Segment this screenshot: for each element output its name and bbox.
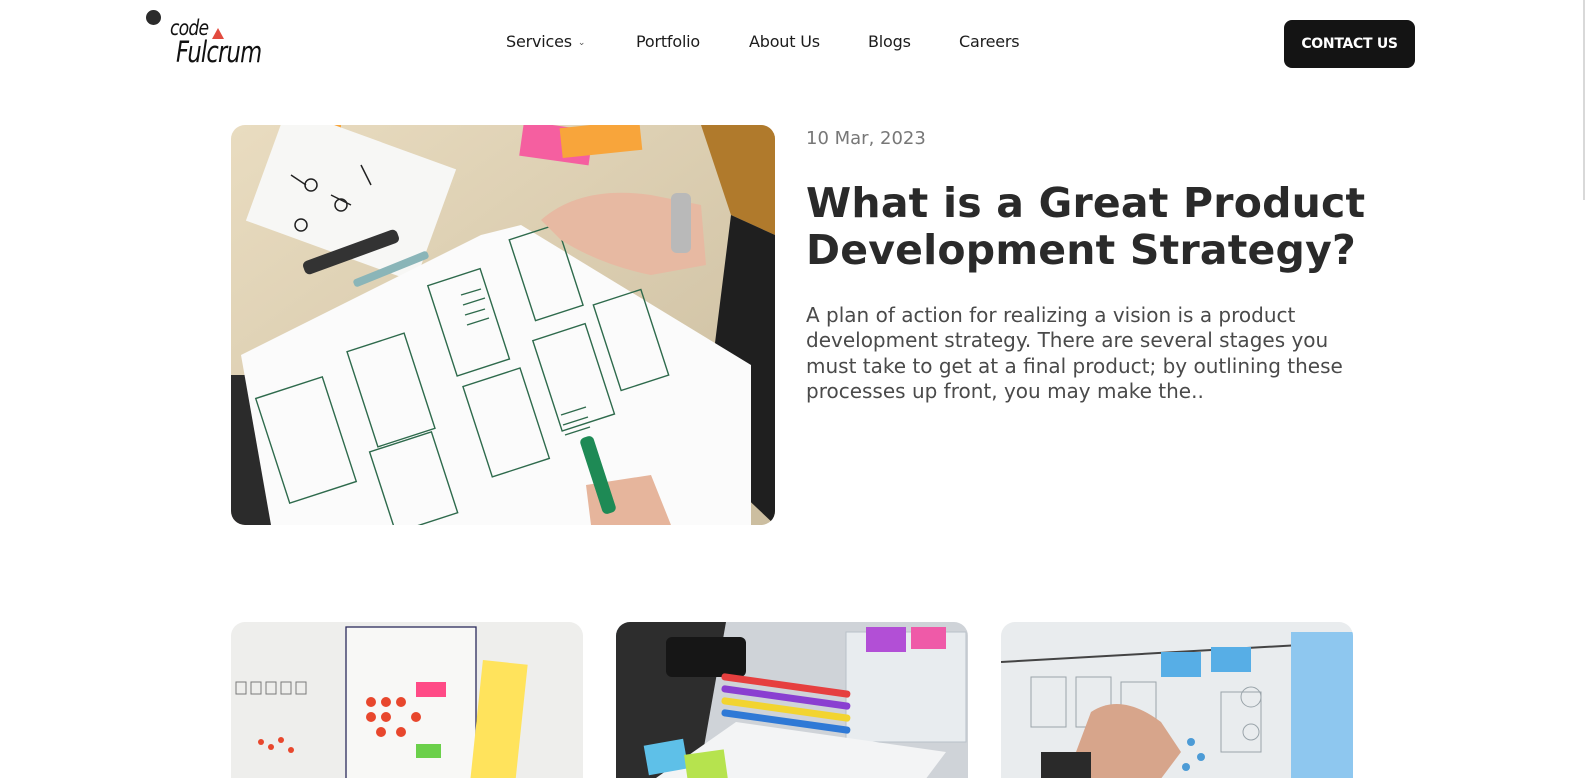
- nav-item-about-us[interactable]: About Us: [749, 32, 820, 51]
- nav-item-services[interactable]: Services ⌄: [506, 32, 585, 51]
- post-excerpt: A plan of action for realizing a vision …: [806, 303, 1343, 404]
- post-title[interactable]: What is a Great Product Development Stra…: [806, 180, 1366, 274]
- nav-item-label: Services: [506, 32, 572, 51]
- nav-item-careers[interactable]: Careers: [959, 32, 1020, 51]
- nav-item-blogs[interactable]: Blogs: [868, 32, 911, 51]
- featured-post-image[interactable]: [231, 125, 775, 525]
- brand-logo[interactable]: code Fulcrum: [146, 8, 266, 72]
- contact-us-button[interactable]: CONTACT US: [1284, 20, 1415, 68]
- blog-card-image-3[interactable]: [1001, 622, 1353, 778]
- post-date: 10 Mar, 2023: [806, 128, 926, 149]
- logo-dot: [146, 10, 161, 25]
- site-header: code Fulcrum Services ⌄ Portfolio About U…: [0, 0, 1585, 88]
- nav-item-portfolio[interactable]: Portfolio: [636, 32, 700, 51]
- chevron-down-icon: ⌄: [577, 38, 586, 48]
- logo-text-fulcrum: Fulcrum: [176, 35, 262, 69]
- blog-card-image-1[interactable]: [231, 622, 583, 778]
- blog-card-image-2[interactable]: [616, 622, 968, 778]
